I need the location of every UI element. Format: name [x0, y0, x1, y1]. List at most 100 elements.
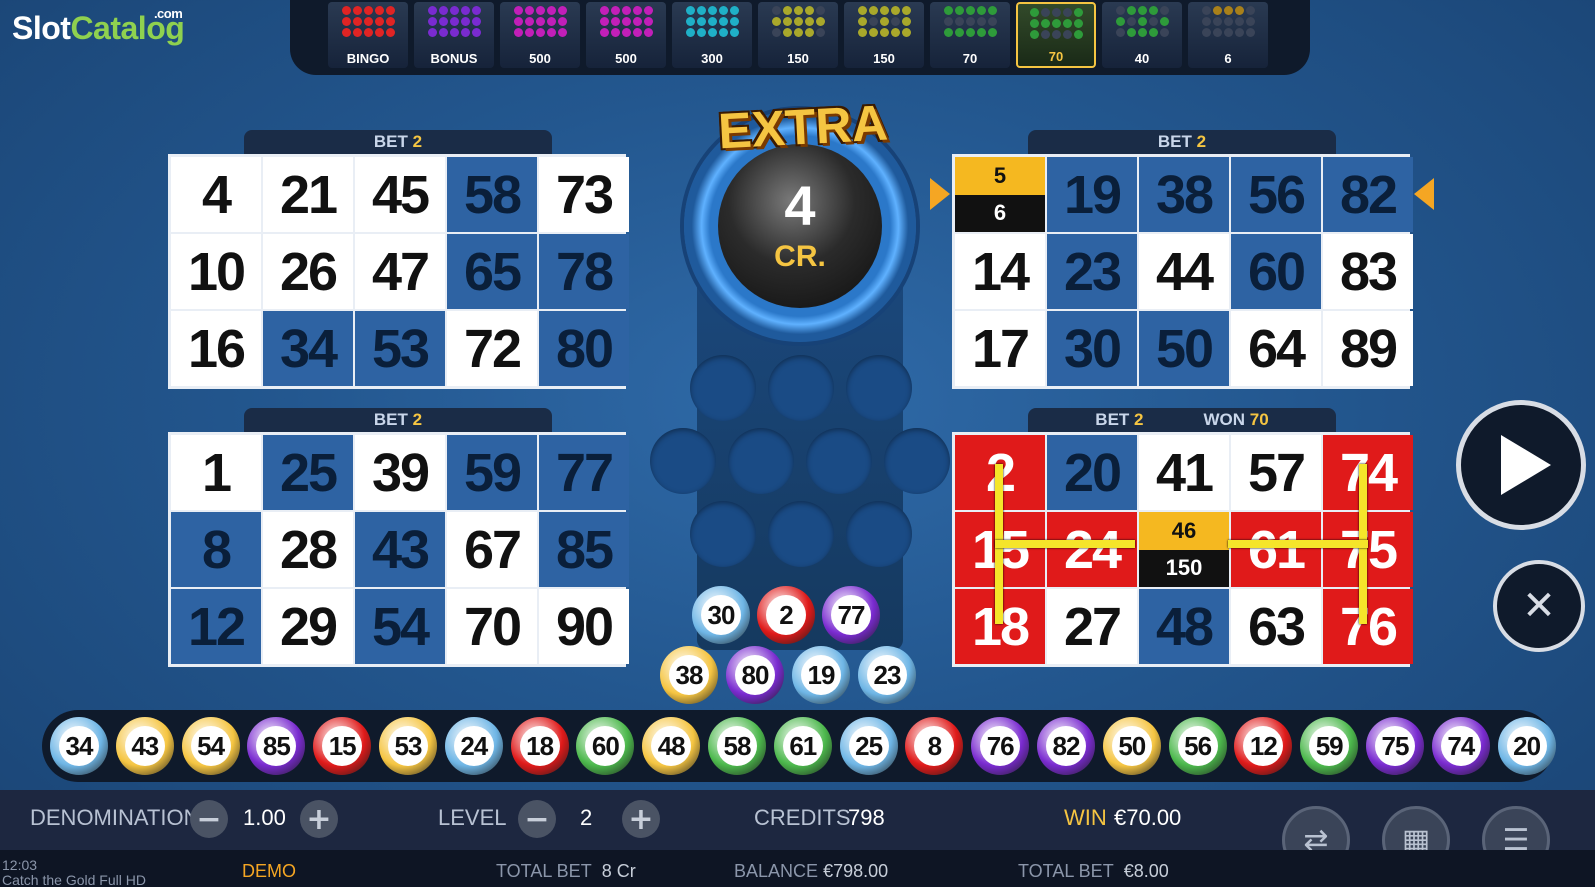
bingo-card-4: BET 2 WON 70 220415774152446150617518274…: [952, 408, 1413, 667]
card-number: 34: [263, 311, 353, 386]
close-button[interactable]: ✕: [1493, 560, 1585, 652]
bingo-ball: 8: [905, 717, 964, 775]
level-value: 2: [580, 805, 593, 830]
paytable-prize-label: 40: [1134, 51, 1150, 66]
extra-ball-slot: [846, 501, 912, 567]
extra-ball-slot: [768, 355, 834, 421]
bingo-ball: 80: [726, 646, 784, 704]
balance: BALANCE €798.00: [734, 861, 889, 881]
card-bet-tab: BET 2 WON 70: [1028, 408, 1336, 432]
bingo-ball: 59: [1300, 717, 1359, 775]
card-number: 48: [1139, 589, 1229, 664]
bingo-ball: 18: [510, 717, 569, 775]
paytable-prize-label: 70: [962, 51, 978, 66]
denomination-plus-button[interactable]: +: [300, 800, 338, 838]
card-number: 78: [539, 234, 629, 309]
level-plus-button[interactable]: +: [622, 800, 660, 838]
card-number: 41: [1139, 435, 1229, 510]
card-number: 23: [1047, 234, 1137, 309]
total-bet-credits: TOTAL BET 8 Cr: [496, 861, 636, 881]
paytable-prize-label: 500: [529, 51, 551, 66]
bingo-ball: 48: [642, 717, 701, 775]
play-button[interactable]: [1456, 400, 1586, 530]
bingo-ball: 60: [576, 717, 635, 775]
paytable-pattern: 70: [930, 2, 1010, 68]
clock-and-title: 12:03 Catch the Gold Full HD: [2, 857, 146, 887]
card-number: 70: [447, 589, 537, 664]
denomination-value: 1.00: [243, 805, 286, 830]
card-number: 64: [1231, 311, 1321, 386]
card-number: 43: [355, 512, 445, 587]
card-number: 54: [355, 589, 445, 664]
bingo-ball: 38: [660, 646, 718, 704]
bingo-card-2: BET 2 5 6 19 38 56 82 14 23 44 60 83 17 30 50 64 89: [930, 130, 1434, 389]
card-number: 65: [447, 234, 537, 309]
bingo-ball: 76: [971, 717, 1030, 775]
card-number: 26: [263, 234, 353, 309]
bingo-ball: 20: [1497, 717, 1556, 775]
bingo-ball: 75: [1366, 717, 1424, 775]
card-number: 38: [1139, 157, 1229, 232]
card-number: 67: [447, 512, 537, 587]
card-number: 73: [539, 157, 629, 232]
bingo-ball: 50: [1102, 717, 1161, 775]
bingo-ball: 24: [444, 717, 503, 775]
bingo-ball: 56: [1168, 717, 1227, 775]
paytable-prize-label: 150: [787, 51, 809, 66]
bingo-ball: 53: [379, 717, 437, 775]
card-number: 45: [355, 157, 445, 232]
extra-title: EXTRA: [716, 94, 890, 160]
paytable-pattern: 150: [844, 2, 924, 68]
card-number: 17: [955, 311, 1045, 386]
extra-ball-slot: [650, 428, 716, 494]
extra-ball-slot: [884, 428, 950, 494]
bingo-ball: 23: [858, 646, 916, 704]
denomination-minus-button[interactable]: −: [190, 800, 228, 838]
card-number: 58: [447, 157, 537, 232]
slotcatalog-logo: SlotCatalog .com: [12, 6, 185, 46]
bingo-ball: 19: [792, 646, 850, 704]
card-number: 75: [1323, 512, 1413, 587]
card-number: 85: [539, 512, 629, 587]
bingo-ball: 82: [1037, 717, 1095, 775]
paytable-pattern: 70: [1016, 2, 1096, 68]
card-number: 16: [171, 311, 261, 386]
card-number: 90: [539, 589, 629, 664]
bingo-ball: 85: [247, 717, 306, 775]
play-icon: [1501, 435, 1551, 495]
paytable-prize-label: 300: [701, 51, 723, 66]
card-number: 47: [355, 234, 445, 309]
card-bet-tab: BET 2: [244, 408, 552, 432]
card-number: 12: [171, 589, 261, 664]
demo-label: DEMO: [242, 861, 296, 881]
card-number: 24: [1047, 512, 1137, 587]
card-number: 39: [355, 435, 445, 510]
win-pattern-line: [1228, 540, 1368, 548]
paytable-pattern: 500: [586, 2, 666, 68]
card-number: 28: [263, 512, 353, 587]
extra-ball-slot: [846, 355, 912, 421]
card-number: 80: [539, 311, 629, 386]
card-number: 56: [1231, 157, 1321, 232]
card-number: 72: [447, 311, 537, 386]
card-number: 83: [1323, 234, 1413, 309]
paytable-pattern: BONUS: [414, 2, 494, 68]
card-number: 19: [1047, 157, 1137, 232]
credits-label: CREDITS: [754, 805, 851, 830]
bingo-ball: 43: [115, 717, 174, 775]
paytable-pattern: 300: [672, 2, 752, 68]
total-bet-money: TOTAL BET €8.00: [1018, 861, 1169, 881]
card-number: 57: [1231, 435, 1321, 510]
card-number: 10: [171, 234, 261, 309]
card-number: 1: [171, 435, 261, 510]
level-minus-button[interactable]: −: [518, 800, 556, 838]
extra-ball-slot: [690, 501, 756, 567]
card-number: 44: [1139, 234, 1229, 309]
card-number: 53: [355, 311, 445, 386]
card-number: 14: [955, 234, 1045, 309]
bingo-ball: 2: [757, 586, 815, 644]
card-number: 76: [1323, 589, 1413, 664]
progress-cell: 56: [955, 157, 1045, 232]
line-arrow-right-icon: [1414, 178, 1434, 210]
card-number: 21: [263, 157, 353, 232]
